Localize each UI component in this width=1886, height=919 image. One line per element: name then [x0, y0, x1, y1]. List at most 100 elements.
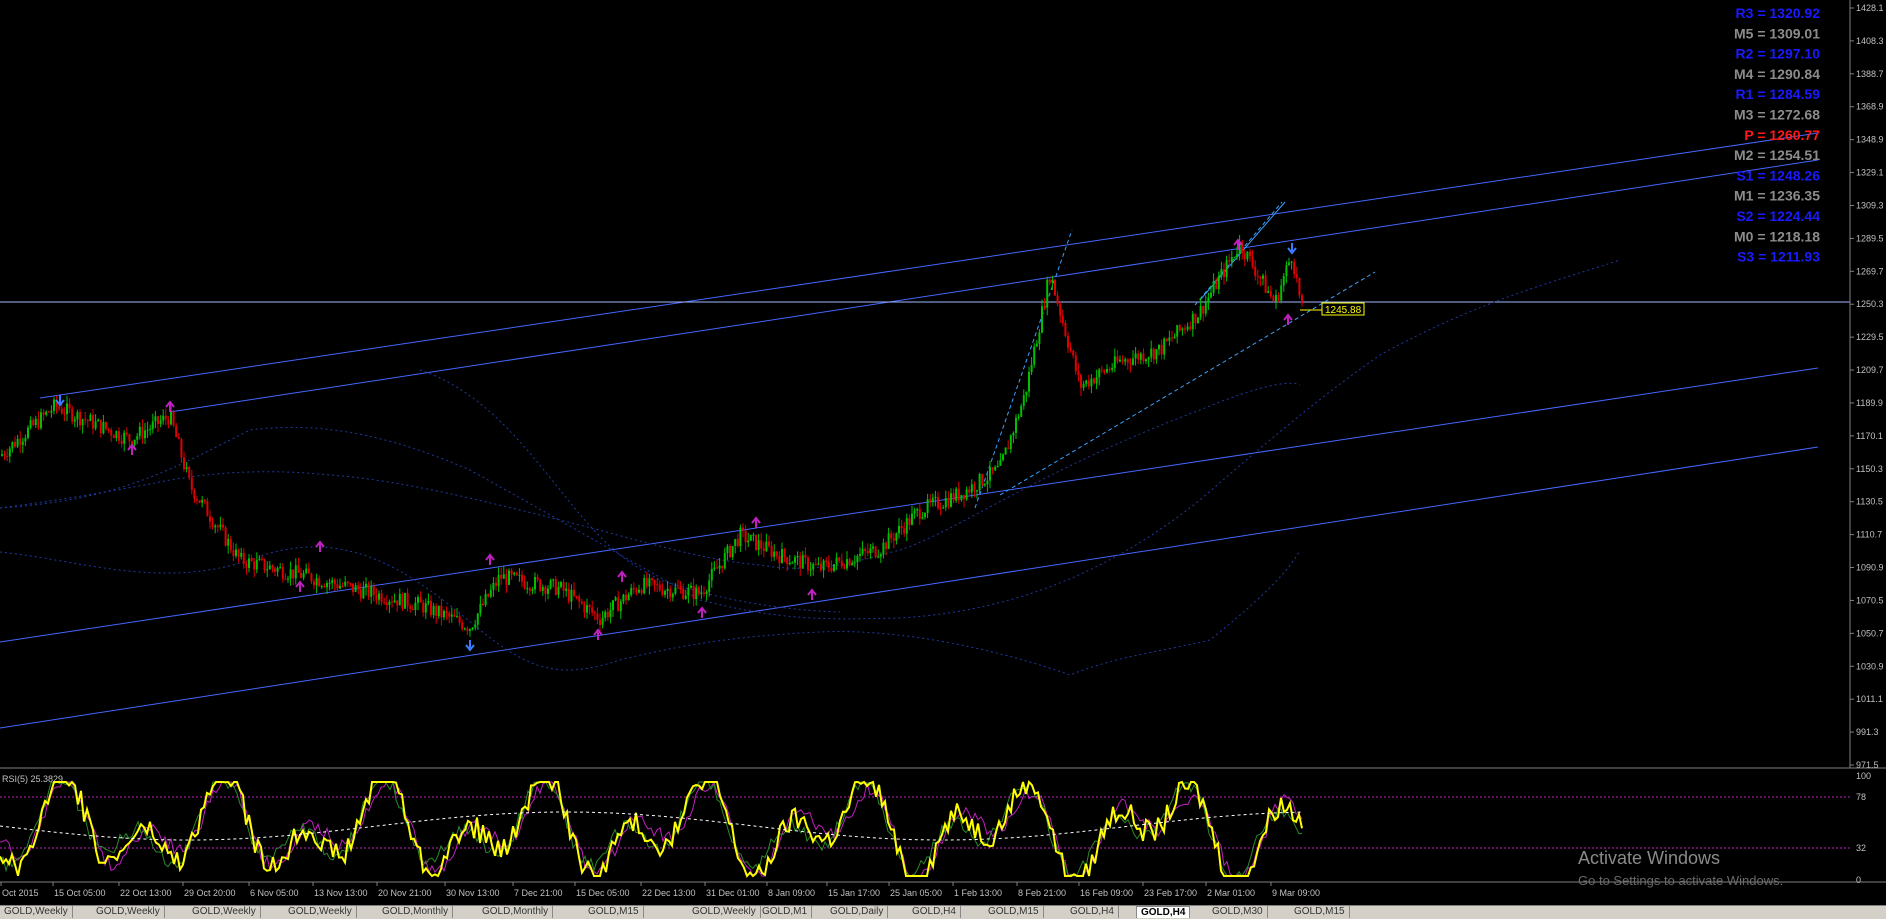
pivot-mid-label: M2 = 1254.51 — [1734, 147, 1820, 163]
candle-body — [916, 509, 919, 511]
candle-body — [471, 627, 474, 630]
candle-body — [248, 558, 250, 569]
fractal-arrow-down — [465, 640, 475, 652]
chart-tab-16[interactable]: GOLD,M15 — [1290, 906, 1350, 918]
candle-body — [372, 586, 375, 595]
candle-body — [336, 584, 339, 589]
candle-body — [188, 467, 191, 478]
candle-body — [284, 578, 287, 580]
candle-body — [206, 501, 209, 517]
channel-line[interactable] — [0, 446, 1819, 729]
candle-body — [518, 574, 521, 576]
candle-body — [960, 494, 963, 501]
chart-tab-10[interactable]: GOLD,Daily — [826, 906, 889, 918]
candle-body — [406, 593, 409, 607]
candle-body — [1293, 261, 1296, 275]
channel-line[interactable] — [169, 159, 1819, 413]
channel-line[interactable] — [39, 132, 1819, 399]
candle-body — [682, 588, 685, 599]
candle-body — [398, 593, 401, 606]
candle-body — [211, 521, 214, 528]
fractal-arrow-up — [485, 553, 495, 565]
chart-tab-3[interactable]: GOLD,Weekly — [188, 906, 261, 918]
chart-tab-4[interactable]: GOLD,Weekly — [284, 906, 357, 918]
candle-body — [1197, 317, 1199, 324]
channel-line[interactable] — [0, 367, 1819, 643]
candle-body — [1100, 369, 1103, 371]
candle-body — [1228, 260, 1231, 262]
candle-body — [986, 480, 989, 485]
candle-body — [250, 558, 253, 562]
candle-body — [570, 589, 573, 602]
candle-body — [866, 551, 869, 554]
chart-tab-7[interactable]: GOLD,M15 — [584, 906, 644, 918]
candle-body — [869, 548, 872, 554]
candle-body — [388, 601, 391, 605]
chart-tab-6[interactable]: GOLD,Monthly — [478, 906, 554, 918]
candle-body — [1147, 357, 1150, 360]
candle-body — [482, 603, 484, 605]
candle-body — [318, 578, 321, 587]
candle-body — [773, 551, 776, 557]
chart-tab-5[interactable]: GOLD,Monthly — [378, 906, 454, 918]
time-axis-label: 20 Nov 21:00 — [378, 888, 432, 898]
candle-body — [331, 580, 334, 583]
candle-body — [1249, 251, 1251, 257]
candle-body — [913, 510, 916, 514]
price-axis-label: 1309.3 — [1856, 200, 1884, 210]
candle-body — [261, 558, 263, 560]
candle-body — [1142, 353, 1145, 362]
candle-body — [859, 553, 861, 556]
candle-body — [921, 517, 924, 519]
candle-body — [224, 527, 227, 546]
candle-body — [1012, 432, 1015, 436]
candle-body — [931, 498, 934, 503]
candle-body — [84, 419, 87, 421]
candle-body — [612, 600, 614, 611]
candle-body — [92, 415, 94, 429]
price-chart[interactable]: R3 = 1320.92 M5 = 1309.01 R2 = 1297.10 M4 =… — [0, 0, 1886, 898]
candle-body — [409, 606, 412, 609]
chart-tab-13[interactable]: GOLD,H4 — [1066, 906, 1119, 918]
candle-body — [40, 412, 42, 429]
chart-tab-12[interactable]: GOLD,M15 — [984, 906, 1044, 918]
candle-body — [669, 588, 672, 598]
candle-body — [632, 587, 635, 590]
candle-body — [822, 560, 825, 571]
candle-body — [1113, 356, 1116, 368]
fractal-arrow-up — [697, 606, 707, 618]
candle-body — [1243, 253, 1246, 260]
chart-tab-15[interactable]: GOLD,M30 — [1208, 906, 1268, 918]
candle-body — [1007, 447, 1010, 450]
chart-tab-9[interactable]: GOLD,M1 — [758, 906, 813, 918]
chart-tab-2[interactable]: GOLD,Weekly — [92, 906, 165, 918]
candle-body — [924, 513, 926, 518]
candle-body — [302, 573, 305, 578]
candle-body — [430, 600, 432, 616]
time-axis-label: 15 Jan 17:00 — [828, 888, 880, 898]
candle-body — [1022, 395, 1025, 406]
candle-body — [547, 588, 549, 594]
candle-body — [401, 593, 404, 609]
candle-body — [167, 419, 170, 425]
chart-tab-bar: GOLD,Weekly GOLD,Weekly GOLD,Weekly GOLD,We… — [0, 905, 1886, 919]
candle-body — [521, 574, 523, 582]
time-axis-label: 23 Feb 17:00 — [1144, 888, 1197, 898]
chart-tab-8[interactable]: GOLD,Weekly — [688, 906, 761, 918]
candle-body — [229, 538, 232, 551]
candle-body — [370, 586, 373, 597]
activation-watermark: Activate Windows Go to Settings to activa… — [1578, 848, 1783, 888]
candle-body — [848, 559, 851, 566]
time-axis-label: 30 Nov 13:00 — [446, 888, 500, 898]
price-axis-label: 971.5 — [1856, 760, 1879, 770]
chart-tab-1[interactable]: GOLD,Weekly — [0, 906, 73, 918]
candle-body — [950, 493, 952, 507]
candle-body — [1199, 305, 1202, 318]
candle-body — [528, 588, 531, 591]
trendline-dashed[interactable] — [999, 271, 1376, 496]
chart-tab-11[interactable]: GOLD,H4 — [908, 906, 961, 918]
candle-body — [66, 403, 68, 415]
candle-body — [934, 496, 937, 499]
candle-body — [180, 439, 183, 458]
chart-tab-14[interactable]: GOLD,H4 — [1136, 906, 1191, 918]
